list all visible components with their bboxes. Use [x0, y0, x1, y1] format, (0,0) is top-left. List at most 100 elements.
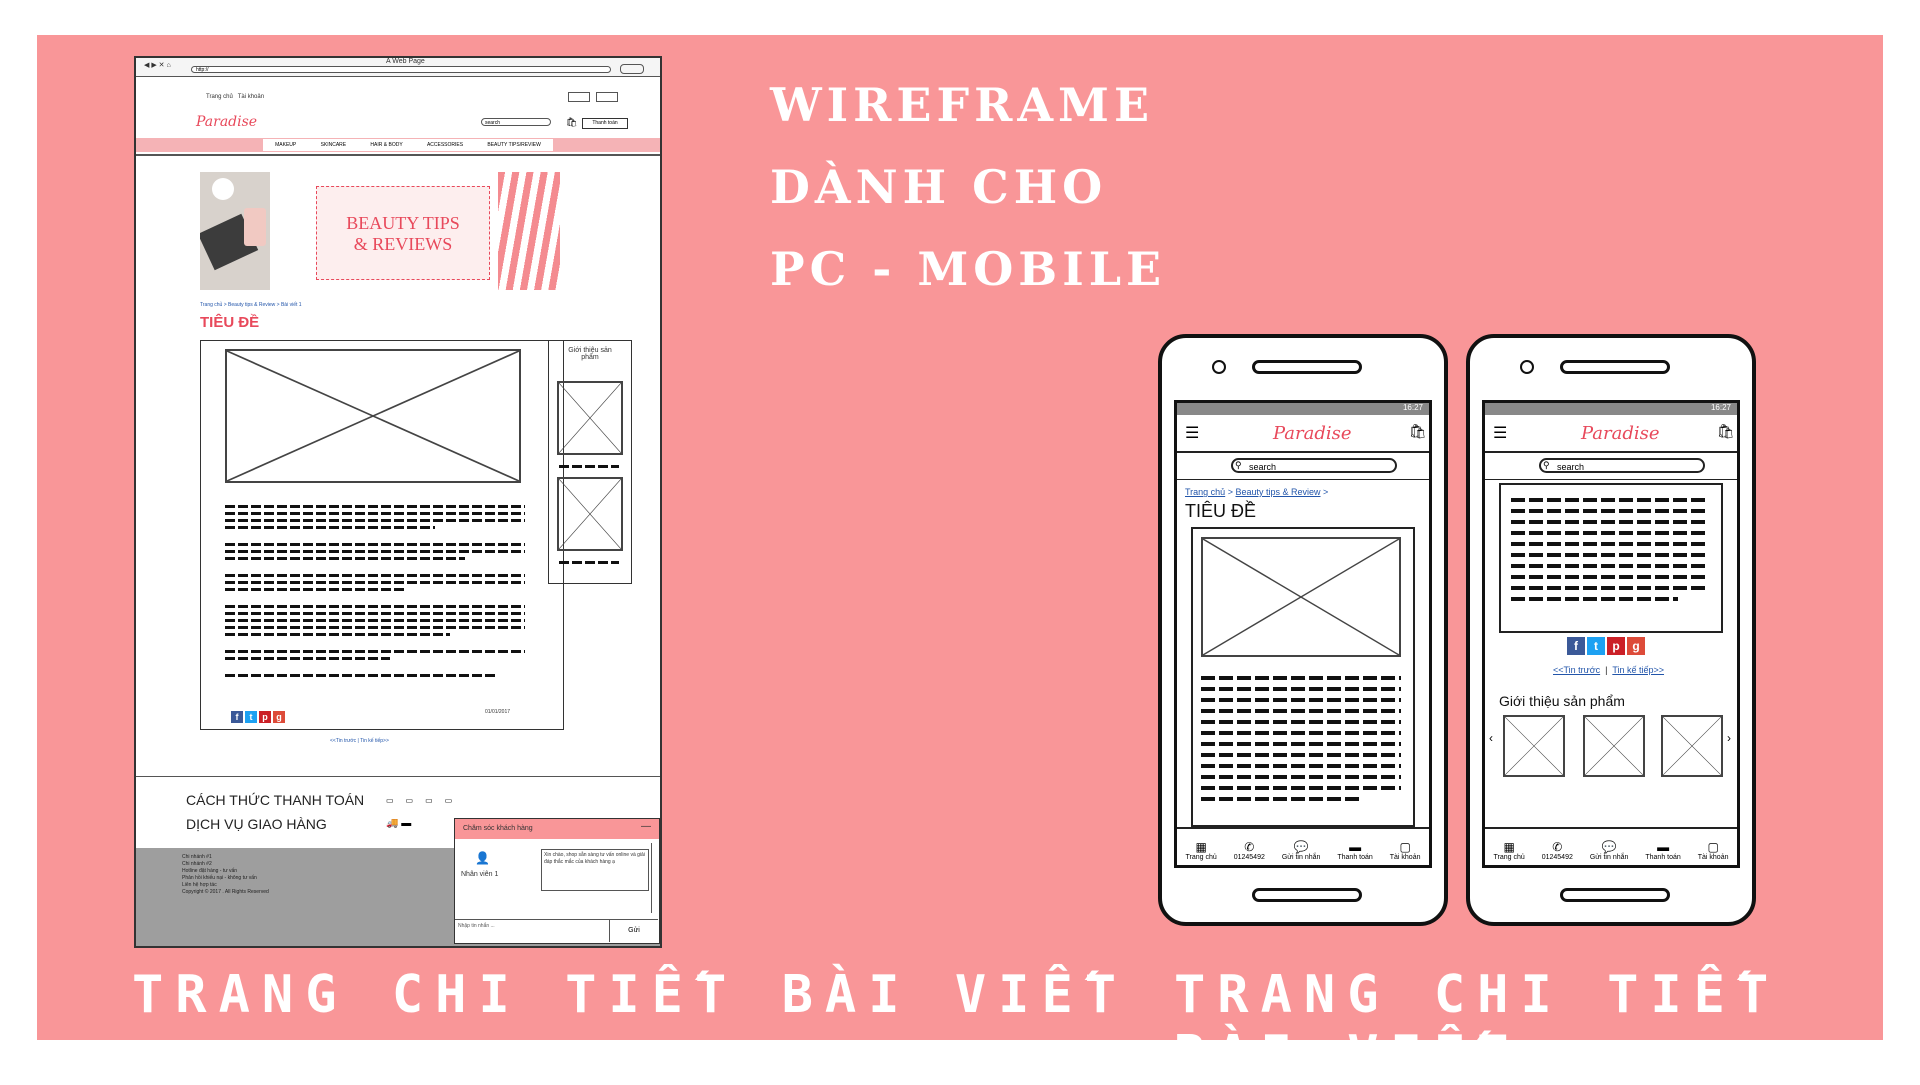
- nav-home[interactable]: ▦ Trang chủ: [1493, 840, 1524, 861]
- browser-search-box[interactable]: [620, 64, 644, 74]
- footer-contact[interactable]: Liên hệ hợp tác: [182, 882, 269, 889]
- nav-message[interactable]: 💬 Gửi tin nhắn: [1282, 840, 1321, 861]
- card-icon: ▬: [1657, 840, 1670, 854]
- facebook-icon[interactable]: f: [231, 711, 243, 723]
- language-select[interactable]: [568, 92, 590, 102]
- mobile-article-box: [1191, 527, 1415, 827]
- status-time: 16:27: [1710, 403, 1731, 412]
- footer-branch-2[interactable]: Chi nhánh #2: [182, 861, 269, 868]
- sidebar-product-2[interactable]: [557, 477, 623, 551]
- header-divider: [136, 154, 660, 156]
- currency-select[interactable]: [596, 92, 618, 102]
- mobile-article-text-box: [1499, 483, 1723, 633]
- nav-checkout[interactable]: ▬ Thanh toán: [1337, 840, 1372, 861]
- pc-logo[interactable]: Paradise: [196, 114, 257, 130]
- article-date: 01/01/2017: [485, 709, 511, 715]
- heading-line-1: WIREFRAME: [770, 78, 1155, 132]
- article-box: ftpg 01/01/2017: [200, 340, 564, 730]
- browser-titlebar: ◀ ▶ ✕ ⌂ A Web Page http://: [136, 58, 660, 77]
- top-nav-account[interactable]: Tài khoản: [238, 94, 264, 100]
- pc-search-input[interactable]: search: [481, 118, 551, 126]
- home-bar: [1560, 888, 1670, 902]
- mobile-article-image: [1201, 537, 1401, 657]
- google-plus-icon[interactable]: g: [273, 711, 285, 723]
- prev-link[interactable]: <<Tin trước: [1553, 665, 1600, 675]
- pc-pager[interactable]: <<Tin trước | Tin kế tiếp>>: [330, 738, 389, 744]
- caption-mobile: TRANG CHI TIẾT BÀI VIẾT: [1174, 965, 1781, 1085]
- nav-hotline[interactable]: ✆ 01245492: [1234, 840, 1265, 861]
- phone-icon: ✆: [1552, 840, 1563, 854]
- pinterest-icon[interactable]: p: [259, 711, 271, 723]
- nav-hotline[interactable]: ✆ 01245492: [1542, 840, 1573, 861]
- mobile-logo[interactable]: Paradise: [1581, 423, 1660, 444]
- window-title: A Web Page: [386, 58, 425, 65]
- mobile-search-input[interactable]: search: [1539, 458, 1705, 473]
- chat-scrollbar[interactable]: [651, 843, 656, 913]
- mobile-cart-icon[interactable]: 🛍: [1409, 423, 1427, 440]
- banner-box: BEAUTY TIPS & REVIEWS: [316, 186, 490, 280]
- pc-social-icons: ftpg: [231, 707, 287, 725]
- carousel-product-1[interactable]: [1503, 715, 1565, 777]
- mobile-breadcrumb: Trang chủ > Beauty tips & Review >: [1185, 487, 1329, 497]
- header-divider-m1: [1177, 451, 1429, 453]
- sidebar-product-1[interactable]: [557, 381, 623, 455]
- footer-divider: [136, 776, 660, 777]
- mobile-logo[interactable]: Paradise: [1273, 423, 1352, 444]
- nav-account[interactable]: ▢ Tài khoản: [1390, 840, 1421, 861]
- facebook-icon[interactable]: f: [1567, 637, 1585, 655]
- mobile-article-title: TIÊU ĐỀ: [1185, 501, 1257, 521]
- breadcrumb-home[interactable]: Trang chủ: [1185, 487, 1225, 497]
- menu-skincare[interactable]: SKINCARE: [321, 139, 347, 151]
- chat-icon: 💬: [1601, 840, 1617, 854]
- carousel-product-2[interactable]: [1583, 715, 1645, 777]
- mobile-cart-icon[interactable]: 🛍: [1717, 423, 1735, 440]
- chat-send-button[interactable]: Gửi: [609, 919, 658, 942]
- search-icon: ⚲: [1543, 460, 1550, 470]
- grid-icon: ▦: [1195, 840, 1207, 854]
- pc-breadcrumb[interactable]: Trang chủ > Beauty tips & Review > Bài v…: [200, 302, 302, 308]
- chat-minimize-icon[interactable]: —: [641, 821, 651, 832]
- chat-agent-icon: 👤: [475, 851, 490, 865]
- heading-line-2: DÀNH CHO: [770, 160, 1108, 214]
- chat-header: Chăm sóc khách hàng —: [455, 819, 659, 839]
- pinterest-icon[interactable]: p: [1607, 637, 1625, 655]
- google-plus-icon[interactable]: g: [1627, 637, 1645, 655]
- next-link[interactable]: Tin kế tiếp>>: [1612, 665, 1664, 675]
- twitter-icon[interactable]: t: [245, 711, 257, 723]
- cart-icon[interactable]: 🛍: [566, 117, 577, 128]
- account-icon: ▢: [1399, 840, 1411, 854]
- mobile-frame-2: 16:27 ☰ Paradise 🛍 search ⚲ ftpg <<Tin t…: [1466, 334, 1756, 926]
- mobile-bottom-nav-2: ▦ Trang chủ ✆ 01245492 💬 Gửi tin nhắn ▬ Than…: [1485, 827, 1737, 865]
- hamburger-menu-icon[interactable]: ☰: [1185, 423, 1199, 443]
- carousel-product-3[interactable]: [1661, 715, 1723, 777]
- chat-input[interactable]: Nhập tin nhắn ...: [455, 919, 609, 941]
- menu-accessories[interactable]: ACCESSORIES: [427, 139, 463, 151]
- footer-branch-1[interactable]: Chi nhánh #1: [182, 854, 269, 861]
- carousel-prev-icon[interactable]: ‹: [1489, 731, 1493, 745]
- carousel-next-icon[interactable]: ›: [1727, 731, 1731, 745]
- menu-items: MAKEUP SKINCARE HAIR & BODY ACCESSORIES …: [263, 139, 553, 151]
- checkout-button[interactable]: Thanh toán: [582, 118, 628, 129]
- menu-hair-body[interactable]: HAIR & BODY: [370, 139, 402, 151]
- footer-hotline[interactable]: Hotline đặt hàng - tư vấn: [182, 868, 269, 875]
- banner-line-2: & REVIEWS: [353, 234, 453, 254]
- address-bar[interactable]: http://: [191, 66, 611, 73]
- twitter-icon[interactable]: t: [1587, 637, 1605, 655]
- nav-message[interactable]: 💬 Gửi tin nhắn: [1590, 840, 1629, 861]
- mobile-search-input[interactable]: search: [1231, 458, 1397, 473]
- footer-complaint[interactable]: Phản hồi khiếu nại - không tư vấn: [182, 875, 269, 882]
- sidebar-product-2-label: [559, 557, 619, 568]
- nav-home[interactable]: ▦ Trang chủ: [1185, 840, 1216, 861]
- top-nav-home[interactable]: Trang chủ: [206, 94, 233, 100]
- browser-nav-icons: ◀ ▶ ✕ ⌂: [144, 62, 171, 69]
- banner-photo: [200, 172, 270, 290]
- status-bar: 16:27: [1485, 403, 1737, 415]
- search-divider-m2: [1485, 479, 1737, 480]
- menu-makeup[interactable]: MAKEUP: [275, 139, 296, 151]
- hamburger-menu-icon[interactable]: ☰: [1493, 423, 1507, 443]
- breadcrumb-category[interactable]: Beauty tips & Review: [1235, 487, 1320, 497]
- shipping-icons: 🚚 ▬: [386, 818, 412, 829]
- nav-account[interactable]: ▢ Tài khoản: [1698, 840, 1729, 861]
- nav-checkout[interactable]: ▬ Thanh toán: [1645, 840, 1680, 861]
- menu-beauty-tips[interactable]: BEAUTY TIPS/REVIEW: [487, 139, 540, 151]
